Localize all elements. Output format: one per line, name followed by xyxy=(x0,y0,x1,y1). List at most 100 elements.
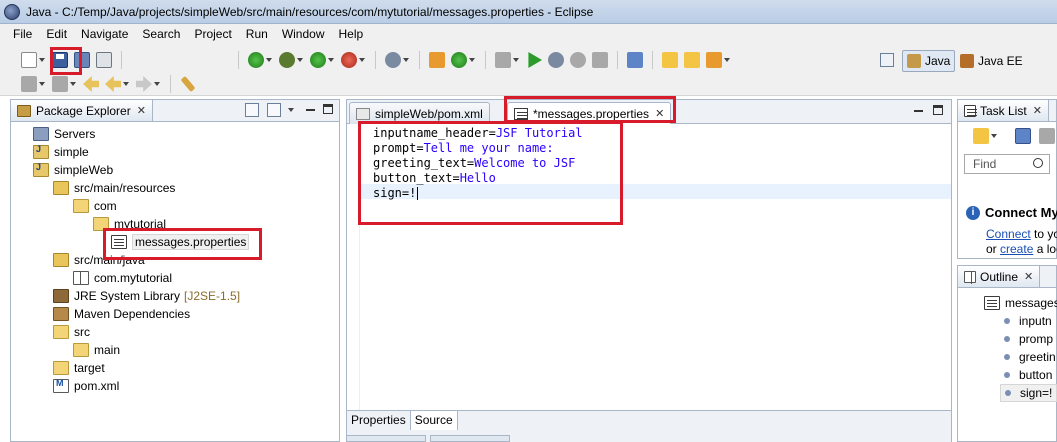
search-icon[interactable] xyxy=(1033,158,1043,168)
menu-navigate[interactable]: Navigate xyxy=(74,24,135,44)
print-icon[interactable] xyxy=(96,52,112,68)
stop-icon[interactable] xyxy=(570,52,586,68)
new-class-dropdown-icon[interactable] xyxy=(469,58,475,62)
hand-icon[interactable] xyxy=(592,52,608,68)
maximize-icon[interactable] xyxy=(933,105,943,115)
minimize-icon[interactable] xyxy=(305,103,317,115)
next-annotation-icon[interactable] xyxy=(21,76,37,92)
server-start-icon[interactable] xyxy=(248,52,264,68)
view-menu-icon[interactable] xyxy=(288,103,297,117)
tree-item-servers[interactable]: Servers xyxy=(33,125,95,143)
debug-dropdown-icon[interactable] xyxy=(297,58,303,62)
tree-item-src-main-resources[interactable]: src/main/resources xyxy=(53,179,175,197)
tab-task-list[interactable]: Task List ✕ xyxy=(958,100,1049,121)
play-icon[interactable] xyxy=(528,52,542,68)
tree-item-target[interactable]: target xyxy=(53,359,105,377)
menu-edit[interactable]: Edit xyxy=(39,24,74,44)
run-icon[interactable] xyxy=(310,52,326,68)
maximize-icon[interactable] xyxy=(323,104,333,114)
tab-outline[interactable]: Outline ✕ xyxy=(958,266,1041,287)
run-dropdown-icon[interactable] xyxy=(328,58,334,62)
tree-item-pom-xml[interactable]: pom.xml xyxy=(53,377,119,395)
tree-item-src[interactable]: src xyxy=(53,323,90,341)
step-icon[interactable] xyxy=(548,52,564,68)
back-icon[interactable] xyxy=(105,76,121,92)
new-package-icon[interactable] xyxy=(429,52,445,68)
outline-item[interactable]: promp xyxy=(1004,330,1053,348)
android-device-icon[interactable] xyxy=(495,52,511,68)
close-icon[interactable]: ✕ xyxy=(655,107,664,120)
brush-icon[interactable] xyxy=(180,75,196,93)
new-class-icon[interactable] xyxy=(451,52,467,68)
tab-package-explorer[interactable]: Package Explorer ✕ xyxy=(11,100,153,121)
close-icon[interactable]: ✕ xyxy=(137,104,146,117)
prev-annotation-dropdown-icon[interactable] xyxy=(70,82,76,86)
collapse-all-icon[interactable] xyxy=(245,103,259,117)
forward-icon[interactable] xyxy=(136,76,152,92)
device-dropdown-icon[interactable] xyxy=(513,58,519,62)
tree-item-com[interactable]: com xyxy=(73,197,117,215)
menu-search[interactable]: Search xyxy=(135,24,187,44)
external-tools-dropdown-icon[interactable] xyxy=(359,58,365,62)
new-task-icon[interactable] xyxy=(973,128,989,144)
save-all-icon[interactable] xyxy=(74,52,90,68)
new-server-icon[interactable] xyxy=(385,52,401,68)
connect-link[interactable]: Connect xyxy=(986,227,1031,241)
tab-properties[interactable]: Properties xyxy=(347,411,411,430)
tree-item-simple[interactable]: simple xyxy=(33,143,89,161)
bottom-tab[interactable] xyxy=(430,435,510,442)
tab-messages-properties[interactable]: *messages.properties ✕ xyxy=(507,102,672,124)
outline-item[interactable]: inputn xyxy=(1004,312,1052,330)
back-dropdown-icon[interactable] xyxy=(123,82,129,86)
outline-root[interactable]: messages. xyxy=(984,294,1057,312)
categorized-icon[interactable] xyxy=(1015,128,1031,144)
new-dropdown-icon[interactable] xyxy=(39,58,45,62)
minimize-icon[interactable] xyxy=(913,104,925,116)
properties-text-editor[interactable]: inputname_header=JSF Tutorial prompt=Tel… xyxy=(347,124,951,410)
save-icon[interactable] xyxy=(52,52,68,68)
menu-window[interactable]: Window xyxy=(275,24,332,44)
tree-item-messages-properties[interactable]: messages.properties xyxy=(111,233,250,251)
outline-item-selected[interactable]: sign=! xyxy=(1000,384,1057,402)
open-task-icon[interactable] xyxy=(684,52,700,68)
close-icon[interactable]: ✕ xyxy=(1033,104,1042,117)
open-type-icon[interactable] xyxy=(662,52,678,68)
create-link[interactable]: create xyxy=(1000,242,1033,256)
menu-run[interactable]: Run xyxy=(239,24,275,44)
scheduled-icon[interactable] xyxy=(1039,128,1055,144)
perspective-javaee[interactable]: Java EE xyxy=(956,50,1027,72)
tab-source[interactable]: Source xyxy=(410,411,458,430)
tree-item-mytutorial[interactable]: mytutorial xyxy=(93,215,166,233)
tab-pom-xml[interactable]: simpleWeb/pom.xml xyxy=(349,102,490,124)
menu-file[interactable]: File xyxy=(6,24,39,44)
new-task-dropdown-icon[interactable] xyxy=(991,134,997,138)
deploy-icon[interactable] xyxy=(627,52,643,68)
menu-project[interactable]: Project xyxy=(187,24,238,44)
tree-item-maven-dependencies[interactable]: Maven Dependencies xyxy=(53,305,190,323)
server-dropdown-icon[interactable] xyxy=(266,58,272,62)
outline-item[interactable]: button xyxy=(1004,366,1052,384)
search-tool-icon[interactable] xyxy=(706,52,722,68)
open-perspective-icon[interactable] xyxy=(880,53,894,67)
tree-item-com-mytutorial[interactable]: com.mytutorial xyxy=(73,269,172,287)
next-annotation-dropdown-icon[interactable] xyxy=(39,82,45,86)
tree-item-main[interactable]: main xyxy=(73,341,120,359)
tree-item-simpleweb[interactable]: simpleWeb xyxy=(33,161,113,179)
bottom-tab[interactable] xyxy=(346,435,426,442)
outline-item[interactable]: greetin xyxy=(1004,348,1056,366)
find-input[interactable]: Find xyxy=(964,154,1050,174)
close-icon[interactable]: ✕ xyxy=(1024,270,1033,283)
tree-item-jre-library[interactable]: JRE System Library [J2SE-1.5] xyxy=(53,287,240,305)
link-editor-icon[interactable] xyxy=(267,103,281,117)
perspective-java[interactable]: Java xyxy=(902,50,956,72)
debug-icon[interactable] xyxy=(279,52,295,68)
tree-item-src-main-java[interactable]: src/main/java xyxy=(53,251,145,269)
search-dropdown-icon[interactable] xyxy=(724,58,730,62)
new-file-icon[interactable] xyxy=(21,52,37,68)
prev-annotation-icon[interactable] xyxy=(52,76,68,92)
last-edit-icon[interactable] xyxy=(83,76,99,92)
new-server-dropdown-icon[interactable] xyxy=(403,58,409,62)
forward-dropdown-icon[interactable] xyxy=(154,82,160,86)
menu-help[interactable]: Help xyxy=(332,24,371,44)
external-tools-icon[interactable] xyxy=(341,52,357,68)
